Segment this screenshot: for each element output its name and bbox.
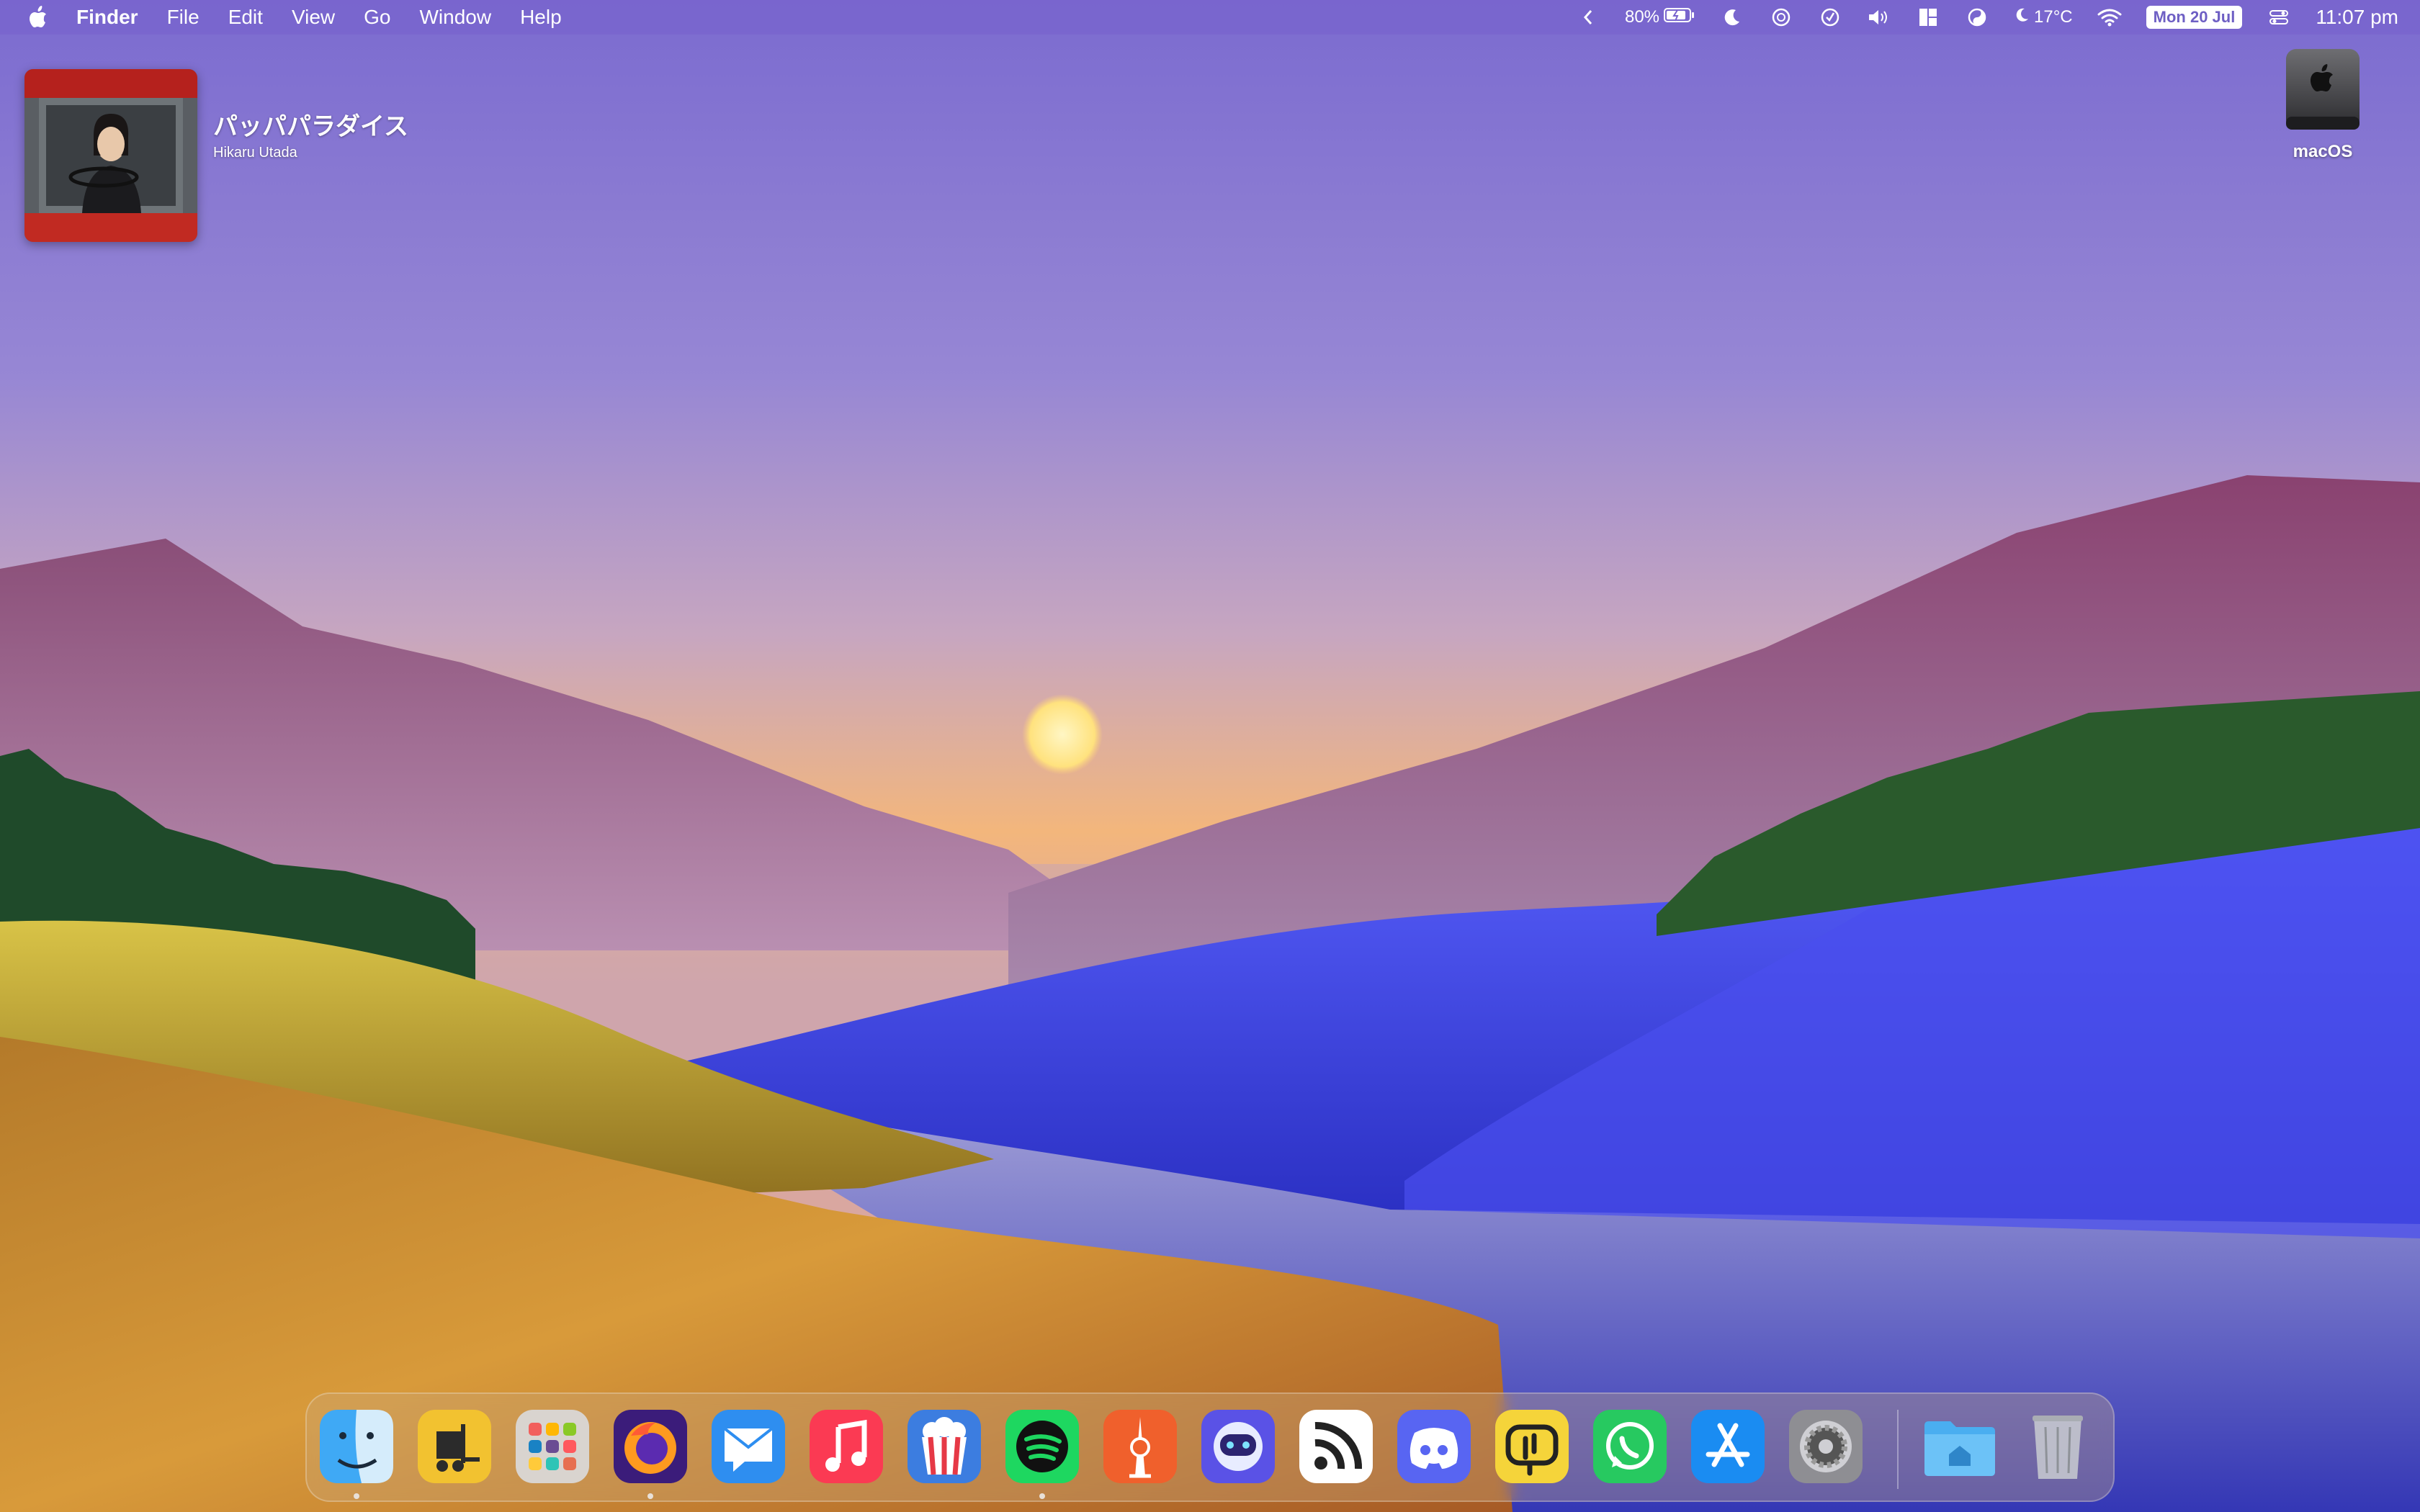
running-indicator <box>647 1493 653 1499</box>
menu-help[interactable]: Help <box>520 6 562 29</box>
apple-menu-icon[interactable] <box>26 5 50 30</box>
finder-icon <box>320 1410 393 1483</box>
menu-bar: Finder File Edit View Go Window Help 80% <box>0 0 2420 35</box>
dock-launchpad[interactable] <box>513 1407 592 1486</box>
dock-system-preferences[interactable] <box>1786 1407 1865 1486</box>
dock <box>305 1392 2115 1502</box>
rss-icon <box>1299 1410 1373 1483</box>
tower-icon <box>1103 1410 1177 1483</box>
dock-tokyo[interactable] <box>1101 1407 1180 1486</box>
dock-paste[interactable] <box>1492 1407 1572 1486</box>
dock-separator <box>1897 1410 1899 1489</box>
desktop-drive-macos[interactable]: macOS <box>2276 48 2370 162</box>
dock-mimestream[interactable] <box>709 1407 788 1486</box>
window-layout-icon[interactable] <box>1916 5 1940 30</box>
menu-edit[interactable]: Edit <box>228 6 263 29</box>
track-title: パッパパラダイス <box>213 113 408 140</box>
dock-mastonaut[interactable] <box>1198 1407 1278 1486</box>
dock-forklift[interactable] <box>415 1407 494 1486</box>
astronaut-icon <box>1201 1410 1275 1483</box>
yin-yang-icon[interactable] <box>1965 5 1989 30</box>
music-icon <box>810 1410 883 1483</box>
app-store-icon <box>1691 1410 1765 1483</box>
dock-whatsapp[interactable] <box>1590 1407 1670 1486</box>
dock-trash[interactable] <box>2018 1407 2097 1486</box>
dock-popcorn-time[interactable] <box>905 1407 984 1486</box>
temperature: 17°C <box>2034 7 2073 27</box>
night-weather-icon <box>2014 7 2030 28</box>
clipboard-icon <box>1495 1410 1569 1483</box>
dock-spotify[interactable] <box>1003 1407 1082 1486</box>
dock-app-store[interactable] <box>1688 1407 1767 1486</box>
drive-label: macOS <box>2293 142 2353 161</box>
mail-client-icon <box>712 1410 785 1483</box>
popcorn-icon <box>908 1410 981 1483</box>
forklift-icon <box>418 1410 491 1483</box>
spotify-icon <box>1005 1410 1079 1483</box>
wifi-icon[interactable] <box>2097 5 2122 30</box>
running-indicator <box>354 1493 359 1499</box>
trash-icon <box>2033 1416 2083 1479</box>
firefox-icon <box>614 1410 687 1483</box>
activity-monitor-icon[interactable] <box>1769 5 1793 30</box>
discord-icon <box>1397 1410 1471 1483</box>
dock-music[interactable] <box>807 1407 886 1486</box>
menu-window[interactable]: Window <box>419 6 491 29</box>
control-center-icon[interactable] <box>2267 5 2291 30</box>
chevron-left-icon[interactable] <box>1576 5 1600 30</box>
launchpad-icon <box>516 1410 589 1483</box>
volume-icon[interactable] <box>1867 5 1891 30</box>
dock-firefox[interactable] <box>611 1407 690 1486</box>
now-playing-info: パッパパラダイス Hikaru Utada <box>213 107 408 161</box>
battery-icon <box>1664 7 1695 28</box>
battery-status[interactable]: 80% <box>1625 7 1695 28</box>
gear-icon <box>1789 1410 1863 1483</box>
dock-discord[interactable] <box>1394 1407 1474 1486</box>
battery-percent: 80% <box>1624 7 1660 27</box>
album-art[interactable] <box>24 69 197 242</box>
menu-view[interactable]: View <box>292 6 335 29</box>
menu-clock[interactable]: 11:07 pm <box>2316 6 2398 29</box>
menu-file[interactable]: File <box>167 6 200 29</box>
check-circle-icon[interactable] <box>1818 5 1842 30</box>
track-artist: Hikaru Utada <box>213 145 297 161</box>
running-indicator <box>1039 1493 1045 1499</box>
folder-icon <box>1924 1421 1995 1476</box>
date-badge[interactable]: Mon 20 Jul <box>2146 6 2243 29</box>
hard-drive-icon <box>2286 49 2360 130</box>
moon-icon[interactable] <box>1720 5 1744 30</box>
dock-home-folder[interactable] <box>1920 1407 1999 1486</box>
now-playing-widget[interactable]: パッパパラダイス Hikaru Utada <box>24 69 408 242</box>
app-menu-finder[interactable]: Finder <box>76 6 138 29</box>
dock-rss-reader[interactable] <box>1296 1407 1376 1486</box>
dock-finder[interactable] <box>317 1407 396 1486</box>
menu-go[interactable]: Go <box>364 6 390 29</box>
weather-status[interactable]: 17°C <box>2014 7 2073 28</box>
whatsapp-icon <box>1593 1410 1667 1483</box>
